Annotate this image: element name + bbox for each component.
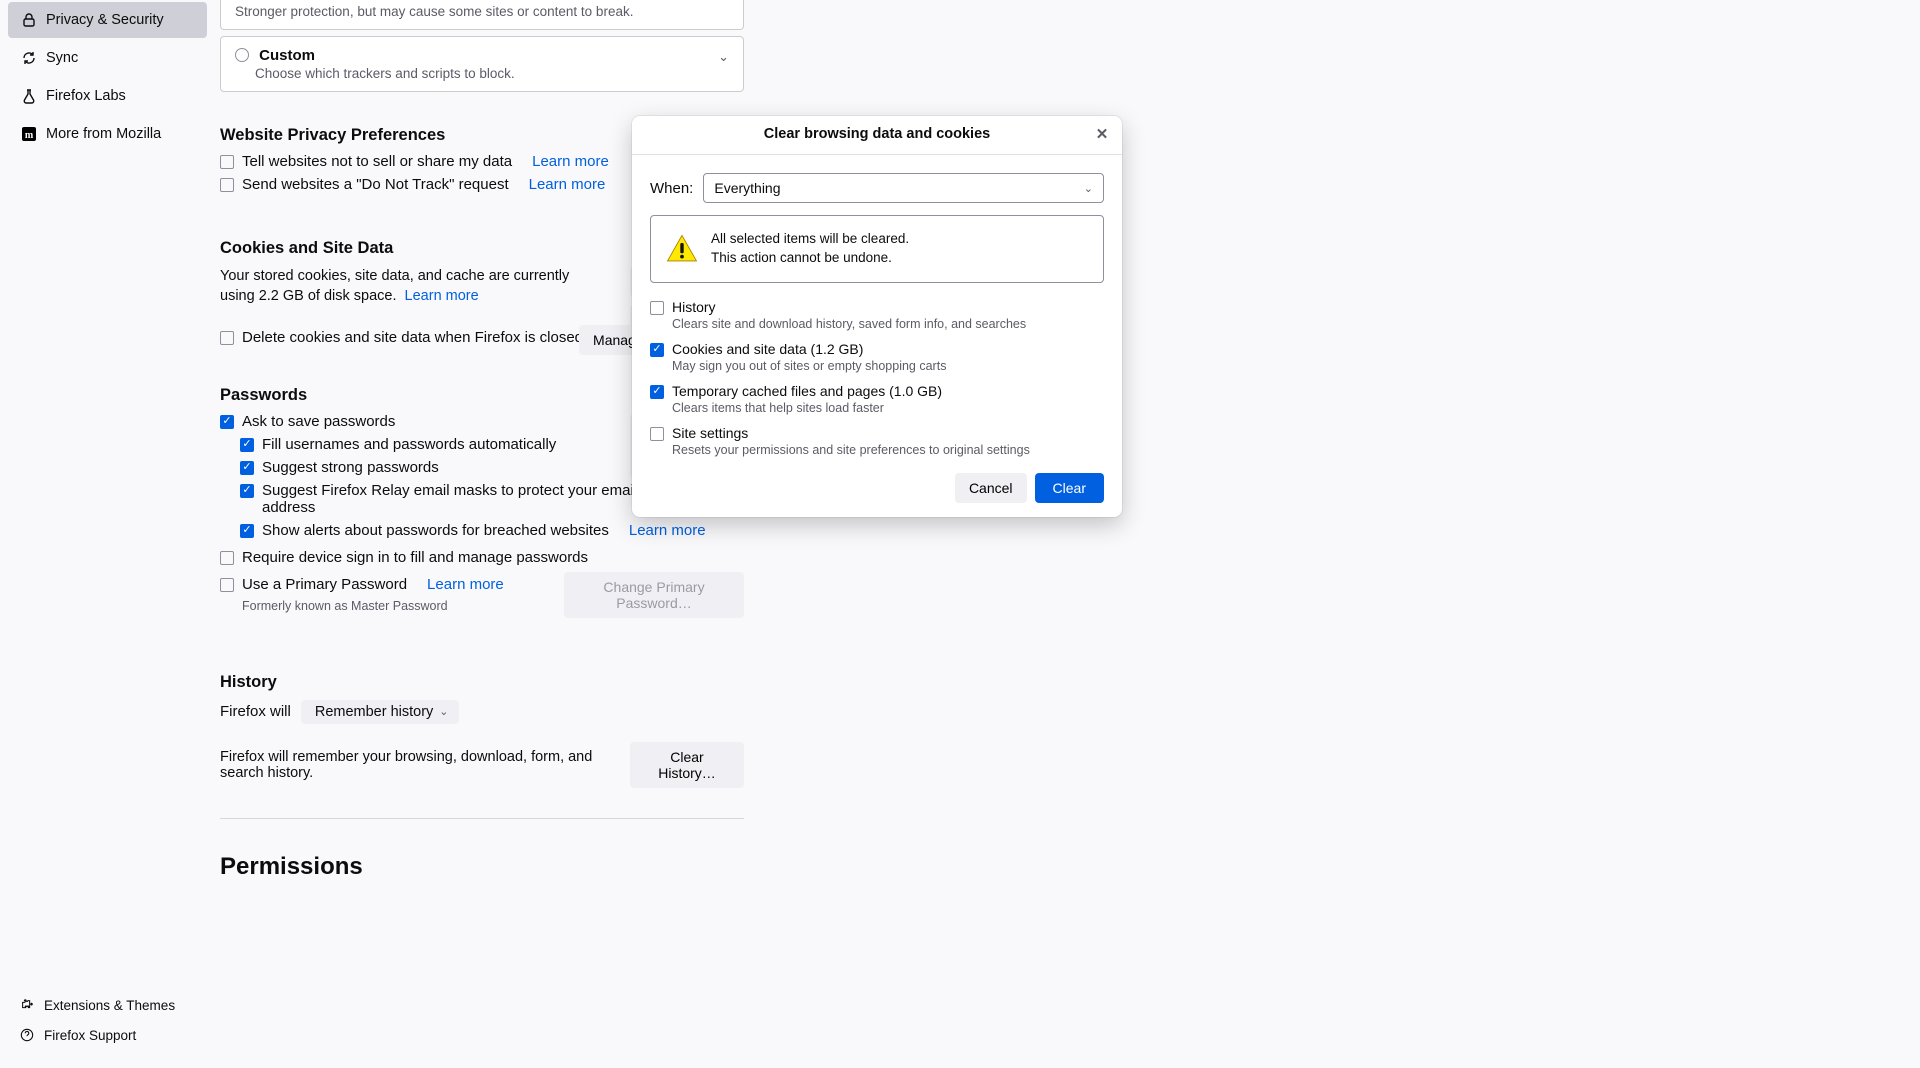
chevron-down-icon: ⌄ [718,49,729,65]
warn-text-line1: All selected items will be cleared. [711,230,1089,249]
chevron-down-icon: ⌄ [1084,182,1093,195]
dropdown-history-value: Remember history [315,704,433,720]
sidebar-item-more-mozilla[interactable]: m More from Mozilla [8,116,207,152]
cookies-desc: Your stored cookies, site data, and cach… [220,268,569,304]
sub-clear-site-settings: Resets your permissions and site prefere… [672,443,1104,457]
footer-link-label: Firefox Support [44,1028,136,1043]
close-icon[interactable]: ✕ [1092,124,1112,144]
lock-icon [20,11,38,29]
label-clear-cache: Temporary cached files and pages (1.0 GB… [672,383,942,399]
sub-clear-cache: Clears items that help sites load faster [672,401,1104,415]
checkbox-ask-to-save[interactable] [220,415,234,429]
tracking-custom-title: Custom [259,47,315,64]
label-show-alerts: Show alerts about passwords for breached… [262,522,609,539]
flask-icon [20,87,38,105]
warning-triangle-icon [665,232,699,266]
dialog-option-cache: Temporary cached files and pages (1.0 GB… [650,383,1104,415]
label-clear-site-settings: Site settings [672,425,748,441]
tracking-strict-card-partial[interactable]: Stronger protection, but may cause some … [220,0,744,30]
tracking-custom-card[interactable]: Custom ⌄ Choose which trackers and scrip… [220,36,744,92]
sub-clear-history: Clears site and download history, saved … [672,317,1104,331]
label-require-device-signin: Require device sign in to fill and manag… [242,549,588,566]
mozilla-m-icon: m [20,125,38,143]
footer-extensions-themes[interactable]: Extensions & Themes [0,990,215,1020]
checkbox-clear-site-settings[interactable] [650,427,664,441]
dialog-clear-browsing-data: Clear browsing data and cookies ✕ When: … [632,116,1122,517]
sidebar-item-label: Privacy & Security [46,12,164,28]
checkbox-delete-on-close[interactable] [220,331,234,345]
label-tell-websites: Tell websites not to sell or share my da… [242,153,512,170]
warn-text-line2: This action cannot be undone. [711,249,1089,268]
sub-clear-cookies: May sign you out of sites or empty shopp… [672,359,1104,373]
link-cookies-learn-more[interactable]: Learn more [405,288,479,304]
label-suggest-relay: Suggest Firefox Relay email masks to pro… [262,482,655,516]
link-learn-more-tell[interactable]: Learn more [532,153,609,170]
button-cancel[interactable]: Cancel [955,473,1027,503]
dialog-option-site-settings: Site settings Resets your permissions an… [650,425,1104,457]
link-alerts-learn-more[interactable]: Learn more [629,522,706,539]
sidebar-item-label: Firefox Labs [46,88,126,104]
sidebar-item-sync[interactable]: Sync [8,40,207,76]
link-learn-more-dnt[interactable]: Learn more [529,176,606,193]
label-primary-password: Use a Primary Password [242,576,407,593]
checkbox-suggest-strong[interactable] [240,461,254,475]
dropdown-history-mode[interactable]: Remember history ⌄ [301,700,459,724]
checkbox-clear-cache[interactable] [650,385,664,399]
warning-box: All selected items will be cleared. This… [650,215,1104,283]
sidebar-item-privacy-security[interactable]: Privacy & Security [8,2,207,38]
checkbox-require-device-signin[interactable] [220,551,234,565]
checkbox-tell-websites[interactable] [220,155,234,169]
checkbox-do-not-track[interactable] [220,178,234,192]
footer-link-label: Extensions & Themes [44,998,175,1013]
checkbox-clear-history[interactable] [650,301,664,315]
button-clear-confirm[interactable]: Clear [1035,473,1104,503]
label-suggest-strong: Suggest strong passwords [262,459,439,476]
tracking-strict-sub: Stronger protection, but may cause some … [235,4,633,19]
checkbox-suggest-relay[interactable] [240,484,254,498]
chevron-down-icon: ⌄ [439,705,448,718]
label-do-not-track: Send websites a "Do Not Track" request [242,176,509,193]
settings-sidebar: Privacy & Security Sync Firefox Labs m M… [0,0,215,1068]
heading-permissions: Permissions [220,853,1920,881]
sidebar-footer: Extensions & Themes Firefox Support [0,990,215,1050]
label-clear-history: History [672,299,716,315]
checkbox-fill-usernames[interactable] [240,438,254,452]
button-change-primary-password[interactable]: Change Primary Password… [564,572,744,618]
text-history-desc: Firefox will remember your browsing, dow… [220,749,610,781]
row-show-alerts: Show alerts about passwords for breached… [240,522,744,539]
label-ask-to-save: Ask to save passwords [242,413,395,430]
help-icon [18,1026,36,1044]
svg-text:m: m [25,130,34,141]
label-firefox-will: Firefox will [220,703,291,720]
dropdown-time-range[interactable]: Everything ⌄ [703,173,1104,203]
dropdown-time-range-value: Everything [714,180,780,196]
sidebar-item-label: More from Mozilla [46,126,161,142]
link-primary-learn-more[interactable]: Learn more [427,576,504,593]
label-clear-cookies: Cookies and site data (1.2 GB) [672,341,863,357]
footer-firefox-support[interactable]: Firefox Support [0,1020,215,1050]
button-clear-history[interactable]: Clear History… [630,742,744,788]
sidebar-item-firefox-labs[interactable]: Firefox Labs [8,78,207,114]
dialog-title: Clear browsing data and cookies [764,126,990,142]
label-when: When: [650,180,693,197]
dialog-option-history: History Clears site and download history… [650,299,1104,331]
puzzle-icon [18,996,36,1014]
sync-icon [20,49,38,67]
label-delete-on-close: Delete cookies and site data when Firefo… [242,329,583,346]
heading-history: History [220,673,744,692]
dialog-title-bar: Clear browsing data and cookies ✕ [632,116,1122,155]
tracking-custom-sub: Choose which trackers and scripts to blo… [255,66,729,81]
radio-tracking-custom[interactable] [235,48,249,62]
checkbox-clear-cookies[interactable] [650,343,664,357]
checkbox-primary-password[interactable] [220,578,234,592]
row-require-device-signin: Require device sign in to fill and manag… [220,549,744,566]
dialog-option-cookies: Cookies and site data (1.2 GB) May sign … [650,341,1104,373]
label-fill-usernames: Fill usernames and passwords automatical… [262,436,556,453]
sidebar-item-label: Sync [46,50,78,66]
checkbox-show-alerts[interactable] [240,524,254,538]
